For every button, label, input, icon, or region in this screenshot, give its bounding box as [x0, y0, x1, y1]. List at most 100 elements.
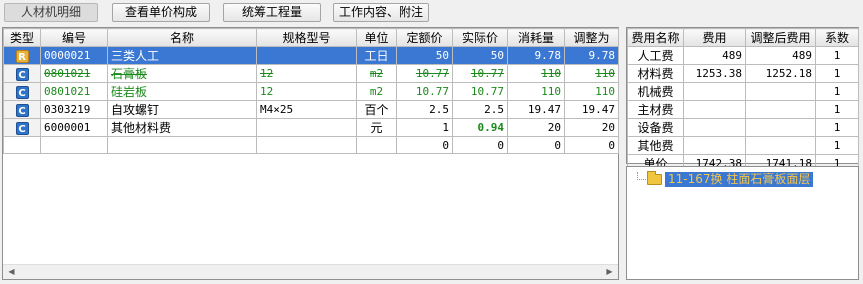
coefficient-cell[interactable]: 1 [815, 64, 859, 83]
col-adjusted[interactable]: 调整为 [564, 28, 619, 47]
code-cell[interactable]: 6000001 [40, 118, 108, 137]
cost-cell [683, 100, 746, 119]
cost-cell [683, 82, 746, 101]
cost-row[interactable]: 主材费 1 [627, 100, 859, 119]
col-type[interactable]: 类型 [3, 28, 41, 47]
scroll-right-icon[interactable]: ▶ [602, 265, 617, 279]
code-cell [40, 136, 108, 154]
consumption-cell[interactable]: 19.47 [507, 100, 565, 119]
spec-cell[interactable] [256, 118, 357, 137]
quota-price-cell[interactable]: 10.77 [396, 82, 453, 101]
col-cost[interactable]: 费用 [683, 28, 746, 47]
adjusted-cell[interactable]: 20 [564, 118, 619, 137]
adjusted-cost-cell [745, 136, 816, 155]
consumption-cell[interactable]: 9.78 [507, 46, 565, 65]
cost-name-cell: 机械费 [627, 82, 684, 101]
cost-cell: 489 [683, 46, 746, 65]
unit-cell[interactable]: 工日 [356, 46, 397, 65]
tab-quantity-plan[interactable]: 统筹工程量 [223, 3, 321, 22]
col-unit[interactable]: 单位 [356, 28, 397, 47]
materials-panel: 类型 编号 名称 规格型号 单位 定额价 实际价 消耗量 调整为 R 00000… [2, 27, 619, 280]
col-consumption[interactable]: 消耗量 [507, 28, 565, 47]
summary-row: 0 0 0 0 [3, 136, 619, 154]
adjusted-cell[interactable]: 19.47 [564, 100, 619, 119]
spec-cell[interactable]: M4×25 [256, 100, 357, 119]
name-cell[interactable]: 其他材料费 [107, 118, 257, 137]
name-cell[interactable]: 三类人工 [107, 46, 257, 65]
actual-price-cell[interactable]: 10.77 [452, 82, 508, 101]
tab-resource-detail[interactable]: 人材机明细 [4, 3, 98, 22]
col-quota-price[interactable]: 定额价 [396, 28, 453, 47]
coefficient-cell[interactable]: 1 [815, 136, 859, 155]
tree-connector [637, 172, 646, 180]
tab-work-content-notes[interactable]: 工作内容、附注 [333, 3, 429, 22]
tree-item[interactable]: 11-167换 柱面石膏板面层 [647, 171, 814, 187]
unit-cell[interactable]: 百个 [356, 100, 397, 119]
quota-price-cell[interactable]: 50 [396, 46, 453, 65]
cost-header-row: 费用名称 费用 调整后费用 系数 [627, 28, 859, 47]
unit-cell[interactable]: m2 [356, 82, 397, 101]
quota-price-cell[interactable]: 10.77 [396, 64, 453, 83]
cost-name-cell: 其他费 [627, 136, 684, 155]
spec-cell[interactable]: 12 [256, 64, 357, 83]
code-cell[interactable]: 0303219 [40, 100, 108, 119]
cost-cell [683, 136, 746, 155]
cost-cell [683, 118, 746, 137]
col-name[interactable]: 名称 [107, 28, 257, 47]
scroll-left-icon[interactable]: ◀ [4, 265, 19, 279]
table-row[interactable]: C 0303219 自攻螺钉 M4×25 百个 2.5 2.5 19.47 19… [3, 100, 619, 119]
adjusted-cell[interactable]: 110 [564, 64, 619, 83]
actual-price-cell[interactable]: 10.77 [452, 64, 508, 83]
spec-cell [256, 136, 357, 154]
cost-row[interactable]: 材料费 1253.38 1252.18 1 [627, 64, 859, 83]
cost-row[interactable]: 人工费 489 489 1 [627, 46, 859, 65]
cost-row[interactable]: 机械费 1 [627, 82, 859, 101]
cost-cell: 1253.38 [683, 64, 746, 83]
col-cost-name[interactable]: 费用名称 [627, 28, 684, 47]
table-row[interactable]: R 0000021 三类人工 工日 50 50 9.78 9.78 [3, 46, 619, 65]
code-cell[interactable]: 0801021 [40, 82, 108, 101]
spec-cell[interactable] [256, 46, 357, 65]
coefficient-cell[interactable]: 1 [815, 100, 859, 119]
cost-row[interactable]: 其他费 1 [627, 136, 859, 155]
col-adjusted-cost[interactable]: 调整后费用 [745, 28, 816, 47]
cost-name-cell: 主材费 [627, 100, 684, 119]
type-badge: C [15, 121, 29, 135]
col-actual-price[interactable]: 实际价 [452, 28, 508, 47]
table-row[interactable]: C 0801021 硅岩板 12 m2 10.77 10.77 110 110 [3, 82, 619, 101]
adjusted-cell[interactable]: 110 [564, 82, 619, 101]
actual-price-cell[interactable]: 2.5 [452, 100, 508, 119]
spec-cell[interactable]: 12 [256, 82, 357, 101]
cost-name-cell: 设备费 [627, 118, 684, 137]
col-code[interactable]: 编号 [40, 28, 108, 47]
quota-price-cell[interactable]: 2.5 [396, 100, 453, 119]
adjusted-total: 0 [564, 136, 619, 154]
actual-price-cell[interactable]: 0.94 [452, 118, 508, 137]
table-row[interactable]: C 0801021 石膏板 12 m2 10.77 10.77 110 110 [3, 64, 619, 83]
unit-cell[interactable]: m2 [356, 64, 397, 83]
coefficient-cell[interactable]: 1 [815, 118, 859, 137]
folder-icon [647, 171, 662, 185]
name-cell[interactable]: 硅岩板 [107, 82, 257, 101]
coefficient-cell[interactable]: 1 [815, 82, 859, 101]
table-row[interactable]: C 6000001 其他材料费 元 1 0.94 20 20 [3, 118, 619, 137]
tab-unit-price-composition[interactable]: 查看单价构成 [112, 3, 210, 22]
name-cell[interactable]: 自攻螺钉 [107, 100, 257, 119]
name-cell[interactable]: 石膏板 [107, 64, 257, 83]
adjusted-cell[interactable]: 9.78 [564, 46, 619, 65]
code-cell[interactable]: 0801021 [40, 64, 108, 83]
col-spec[interactable]: 规格型号 [256, 28, 357, 47]
actual-price-cell[interactable]: 50 [452, 46, 508, 65]
code-cell[interactable]: 0000021 [40, 46, 108, 65]
consumption-cell[interactable]: 110 [507, 64, 565, 83]
quota-price-cell[interactable]: 1 [396, 118, 453, 137]
cost-summary-panel: 费用名称 费用 调整后费用 系数 人工费 489 489 1 材料费 1253.… [626, 27, 859, 173]
col-coefficient[interactable]: 系数 [815, 28, 859, 47]
tree-item-label[interactable]: 11-167换 柱面石膏板面层 [665, 172, 814, 187]
horizontal-scrollbar[interactable]: ◀ ▶ [3, 264, 618, 279]
consumption-cell[interactable]: 110 [507, 82, 565, 101]
unit-cell[interactable]: 元 [356, 118, 397, 137]
consumption-cell[interactable]: 20 [507, 118, 565, 137]
cost-row[interactable]: 设备费 1 [627, 118, 859, 137]
coefficient-cell[interactable]: 1 [815, 46, 859, 65]
